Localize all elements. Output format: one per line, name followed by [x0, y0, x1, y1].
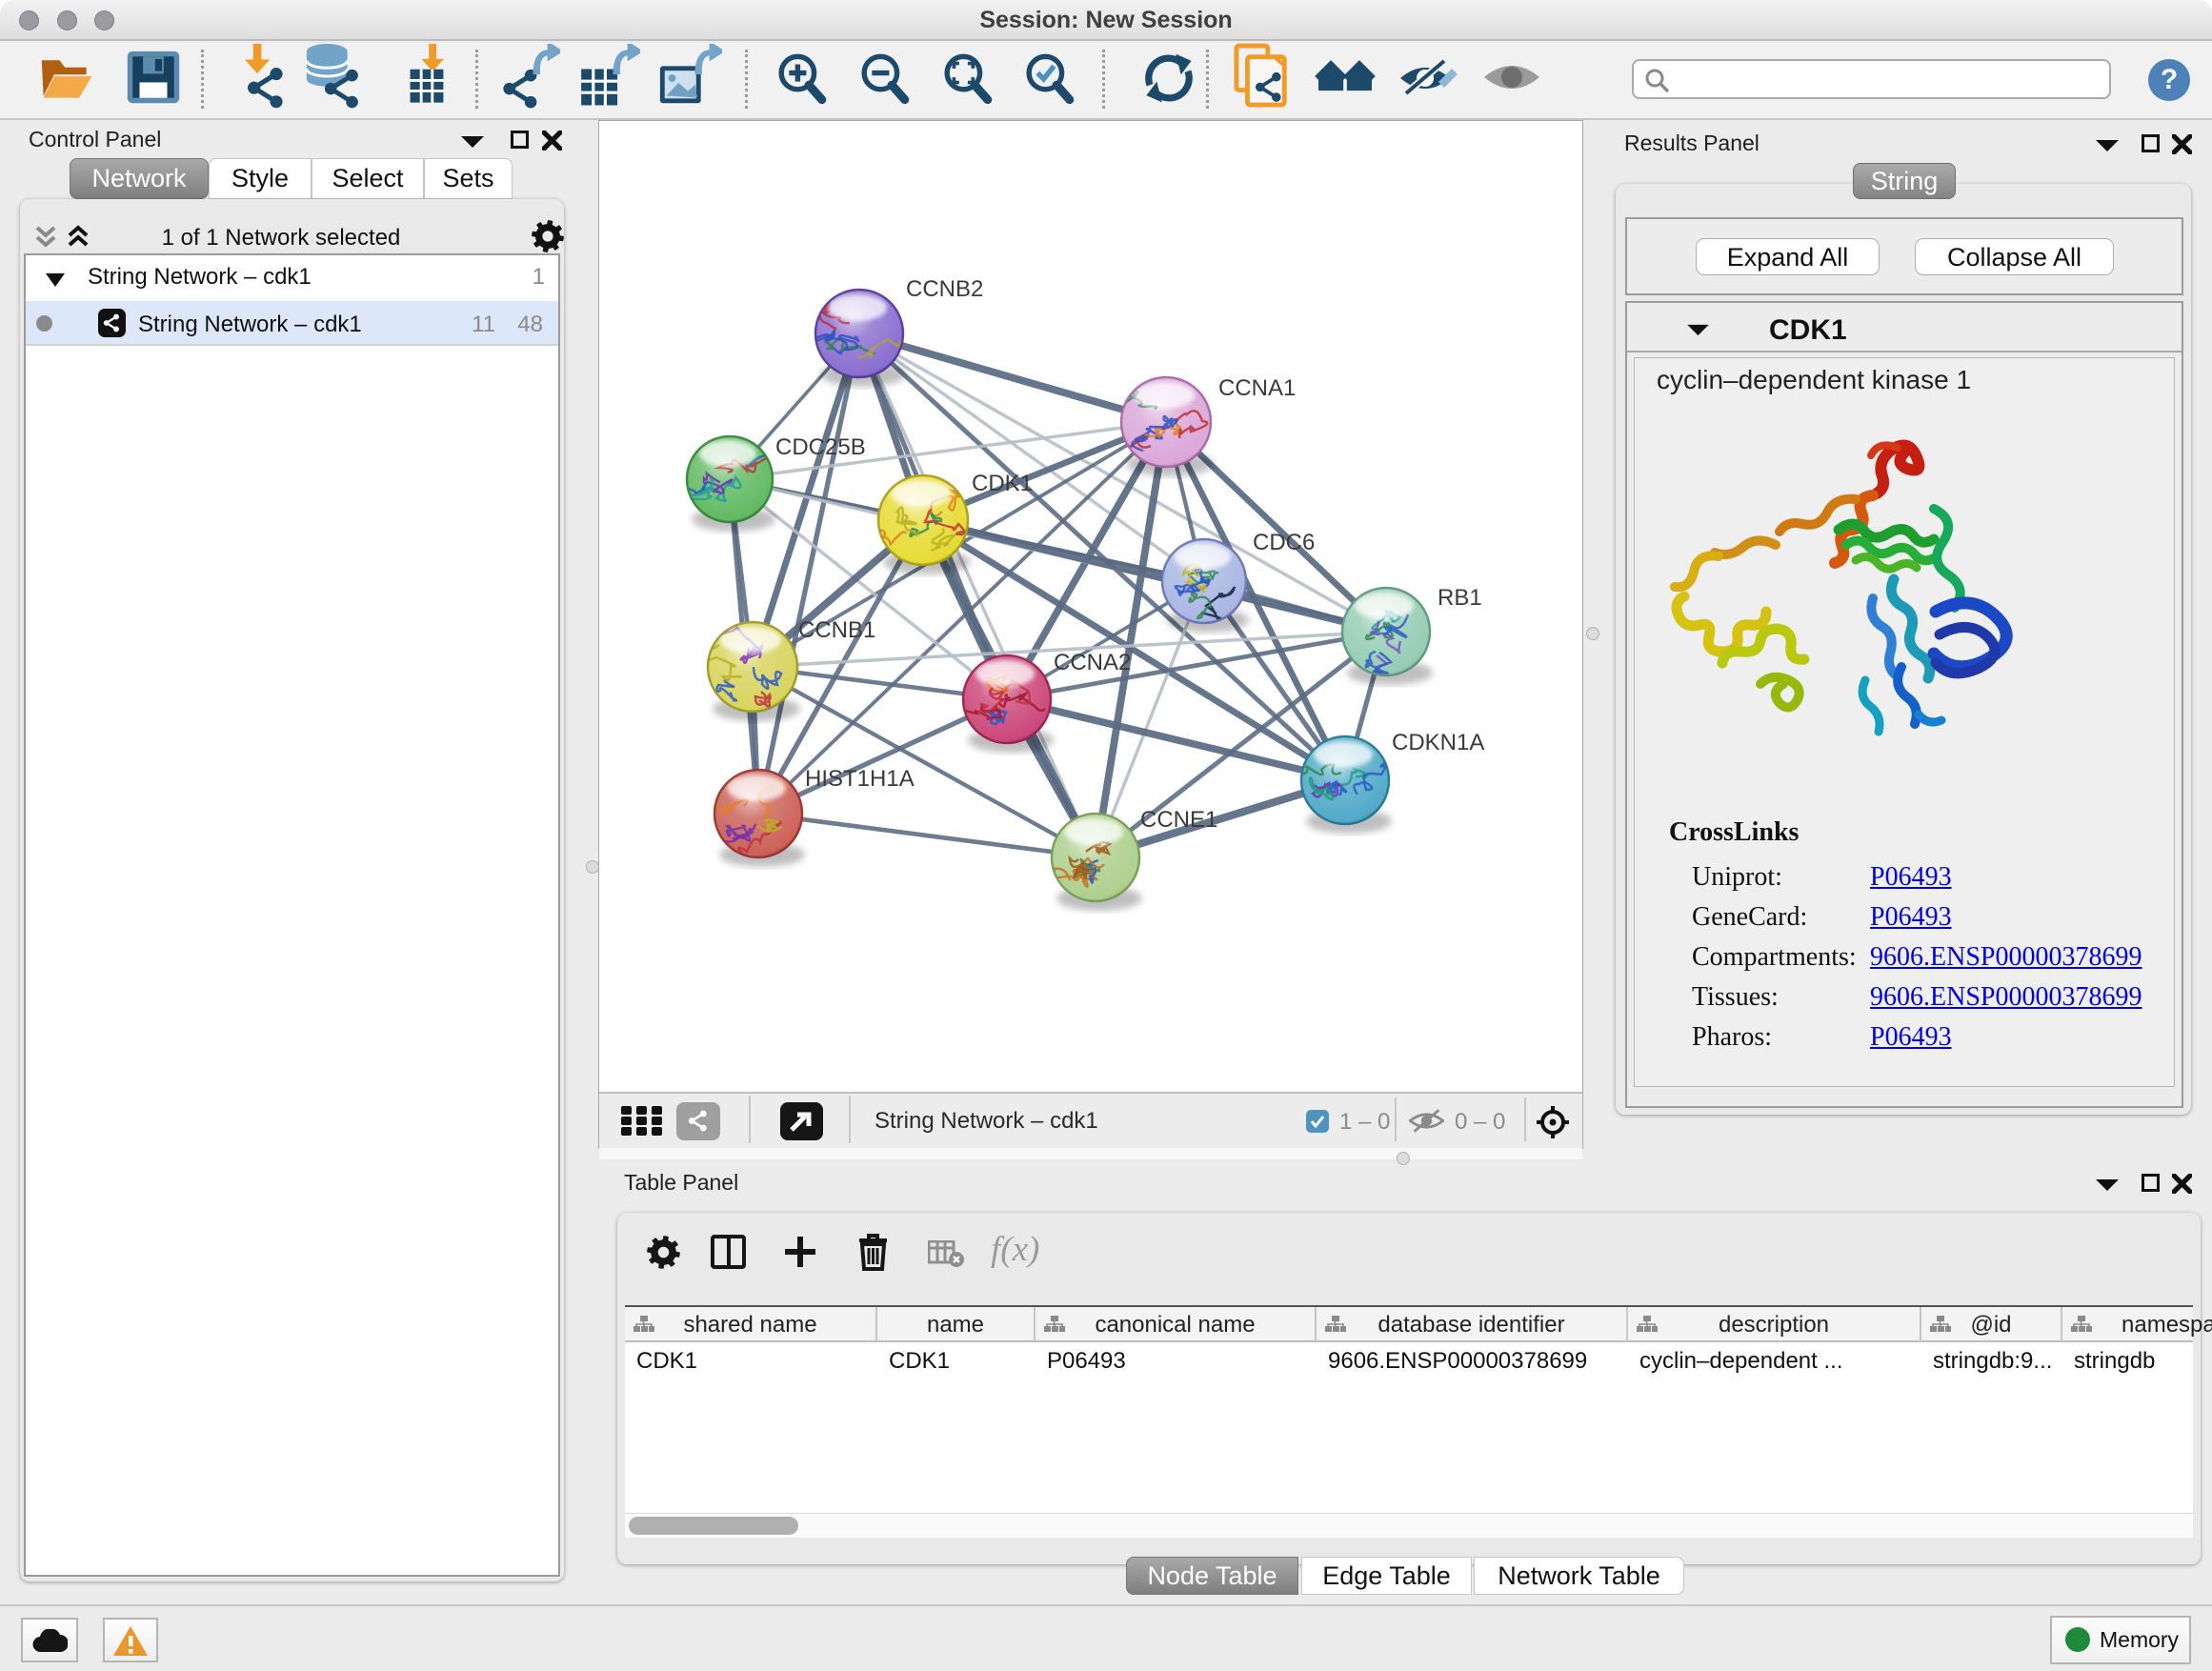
svg-text:CCNA2: CCNA2: [1054, 650, 1131, 675]
svg-text:CCNB1: CCNB1: [798, 617, 875, 643]
svg-text:CCNA1: CCNA1: [1218, 375, 1296, 401]
svg-text:CDKN1A: CDKN1A: [1392, 730, 1484, 755]
svg-text:HIST1H1A: HIST1H1A: [805, 766, 915, 792]
svg-text:CDC6: CDC6: [1253, 530, 1315, 555]
svg-text:CCNE1: CCNE1: [1140, 807, 1217, 833]
svg-text:CCNB2: CCNB2: [906, 276, 983, 302]
svg-text:CDC25B: CDC25B: [775, 434, 866, 460]
svg-text:RB1: RB1: [1438, 585, 1482, 611]
svg-text:CDK1: CDK1: [972, 471, 1033, 496]
